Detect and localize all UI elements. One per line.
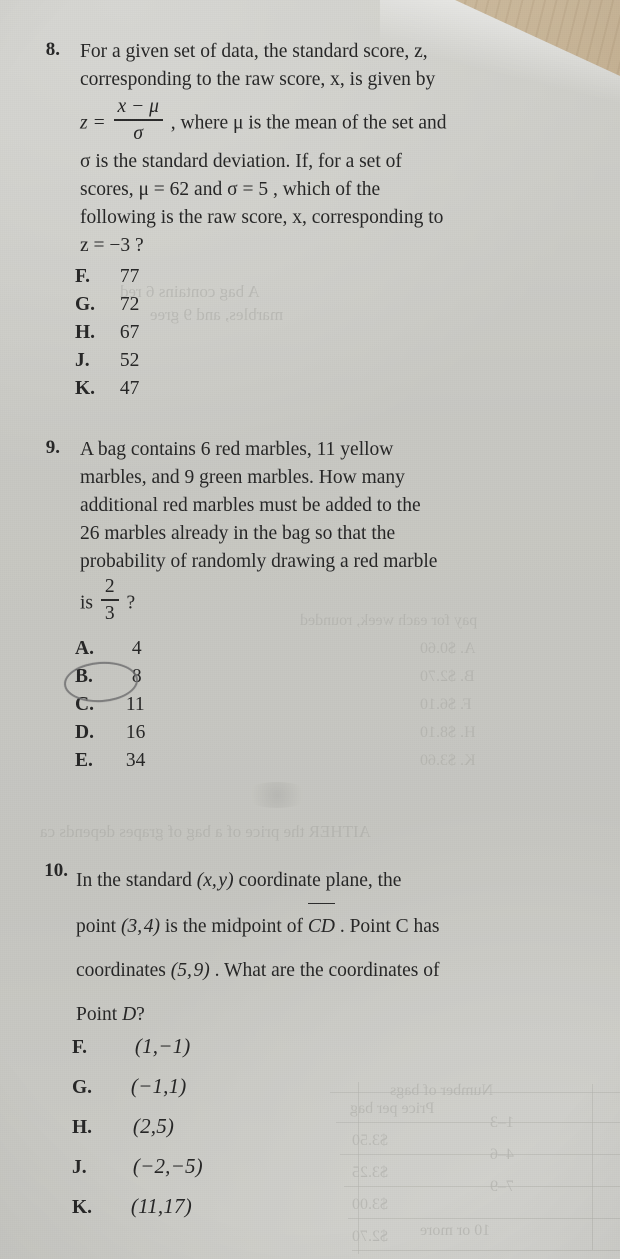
choice-value: (−2,−5) — [132, 1154, 203, 1178]
choice-h[interactable]: H. 67 — [75, 322, 139, 350]
choice-value: (1,−1) — [134, 1034, 191, 1058]
choice-g[interactable]: G. (−1,1) — [72, 1074, 203, 1114]
choice-label: D. — [75, 722, 94, 743]
choice-h[interactable]: H. (2,5) — [72, 1114, 203, 1154]
stem-line: z = −3 ? — [80, 235, 144, 256]
choice-label: J. — [72, 1157, 87, 1178]
choice-label: A. — [75, 638, 94, 659]
choice-c[interactable]: C. 11 — [75, 694, 145, 722]
choice-value: 16 — [125, 722, 146, 743]
fraction-bar — [100, 599, 119, 601]
formula-trail: , where μ is the mean of the set and — [170, 112, 447, 134]
stem-line: In the standard (x, y) coordinate plane,… — [76, 870, 402, 891]
choice-label: K. — [75, 378, 96, 399]
segment-cd-label: CD — [307, 903, 335, 949]
question-stem: For a given set of data, the standard sc… — [80, 38, 610, 94]
answer-choices-8: F. 77 G. 72 H. 67 J. 52 K. 47 — [75, 266, 139, 406]
fraction-denominator: 3 — [104, 602, 115, 624]
fraction-bar — [113, 119, 163, 121]
choice-value: 47 — [119, 378, 140, 399]
fraction: 2 3 — [100, 576, 119, 624]
stem-line: probability of randomly drawing a red ma… — [80, 551, 438, 572]
choice-d[interactable]: D. 16 — [75, 722, 145, 750]
choice-value: 67 — [119, 322, 140, 343]
choice-k[interactable]: K. (11,17) — [72, 1194, 203, 1234]
stem-line: following is the raw score, x, correspon… — [80, 207, 444, 228]
choice-label: H. — [72, 1117, 93, 1138]
choice-value: 77 — [119, 266, 140, 287]
choice-value: 11 — [125, 694, 145, 715]
choice-e[interactable]: E. 34 — [75, 750, 145, 778]
choice-label: F. — [75, 266, 90, 287]
choice-value: 52 — [119, 350, 140, 371]
stem-line: Point D? — [76, 1004, 145, 1025]
choice-label: E. — [75, 750, 93, 771]
stem-line: additional red marbles must be added to … — [80, 495, 421, 516]
answer-choices-9: A. 4 B. 8 C. 11 D. 16 E. 34 — [75, 638, 145, 778]
choice-f[interactable]: F. (1,−1) — [72, 1034, 203, 1074]
stem-line: 26 marbles already in the bag so that th… — [80, 523, 396, 544]
standard-score-formula: z = x − μ σ , where μ is the mean of the… — [80, 96, 447, 144]
question-stem: A bag contains 6 red marbles, 11 yellow … — [80, 436, 610, 576]
answer-choices-10: F. (1,−1) G. (−1,1) H. (2,5) J. (−2,−5) … — [72, 1034, 203, 1234]
stem-line: For a given set of data, the standard sc… — [80, 41, 428, 62]
stem-line: scores, μ = 62 and σ = 5 , which of the — [80, 179, 381, 200]
choice-label: G. — [75, 294, 96, 315]
choice-value: (−1,1) — [130, 1074, 187, 1098]
stem-line: marbles, and 9 green marbles. How many — [80, 467, 405, 488]
fraction-lead: is — [80, 592, 94, 614]
choice-value: (11,17) — [130, 1194, 192, 1218]
formula-lead: z = — [80, 112, 106, 134]
choice-k[interactable]: K. 47 — [75, 378, 139, 406]
choice-value: 8 — [131, 666, 142, 687]
choice-label: H. — [75, 322, 96, 343]
choice-value: 4 — [131, 638, 142, 659]
choice-g[interactable]: G. 72 — [75, 294, 139, 322]
choice-value: 34 — [125, 750, 146, 771]
probability-fraction-line: is 2 3 ? — [80, 576, 135, 624]
stem-line: coordinates (5, 9) . What are the coordi… — [76, 960, 440, 981]
choice-label: F. — [72, 1037, 87, 1058]
fraction-numerator: 2 — [104, 576, 115, 597]
stem-line: corresponding to the raw score, x, is gi… — [80, 69, 436, 90]
stem-line: σ is the standard deviation. If, for a s… — [80, 151, 402, 172]
fraction-numerator: x − μ — [117, 96, 159, 117]
choice-b[interactable]: B. 8 — [75, 666, 145, 694]
choice-value: (2,5) — [132, 1114, 175, 1138]
choice-label: J. — [75, 350, 90, 371]
fraction-trail: ? — [126, 592, 136, 614]
fraction-denominator: σ — [133, 122, 143, 144]
question-stem: In the standard (x, y) coordinate plane,… — [76, 859, 440, 1037]
workbook-page: A bag contains 6 red marbles, and 9 gree… — [0, 0, 620, 1259]
choice-j[interactable]: J. 52 — [75, 350, 139, 378]
choice-label: C. — [75, 694, 94, 715]
choice-a[interactable]: A. 4 — [75, 638, 145, 666]
choice-j[interactable]: J. (−2,−5) — [72, 1154, 203, 1194]
question-number: 10. — [44, 860, 68, 881]
choice-label: B. — [75, 666, 93, 687]
choice-label: G. — [72, 1077, 93, 1098]
question-stem-continued: σ is the standard deviation. If, for a s… — [80, 148, 610, 260]
stem-line: point (3, 4) is the midpoint of CD . Poi… — [76, 903, 440, 949]
choice-f[interactable]: F. 77 — [75, 266, 139, 294]
question-number: 8. — [45, 39, 60, 60]
choice-value: 72 — [119, 294, 140, 315]
stem-line: A bag contains 6 red marbles, 11 yellow — [80, 439, 394, 460]
fraction: x − μ σ — [113, 96, 163, 144]
choice-label: K. — [72, 1197, 93, 1218]
question-number: 9. — [45, 437, 60, 458]
